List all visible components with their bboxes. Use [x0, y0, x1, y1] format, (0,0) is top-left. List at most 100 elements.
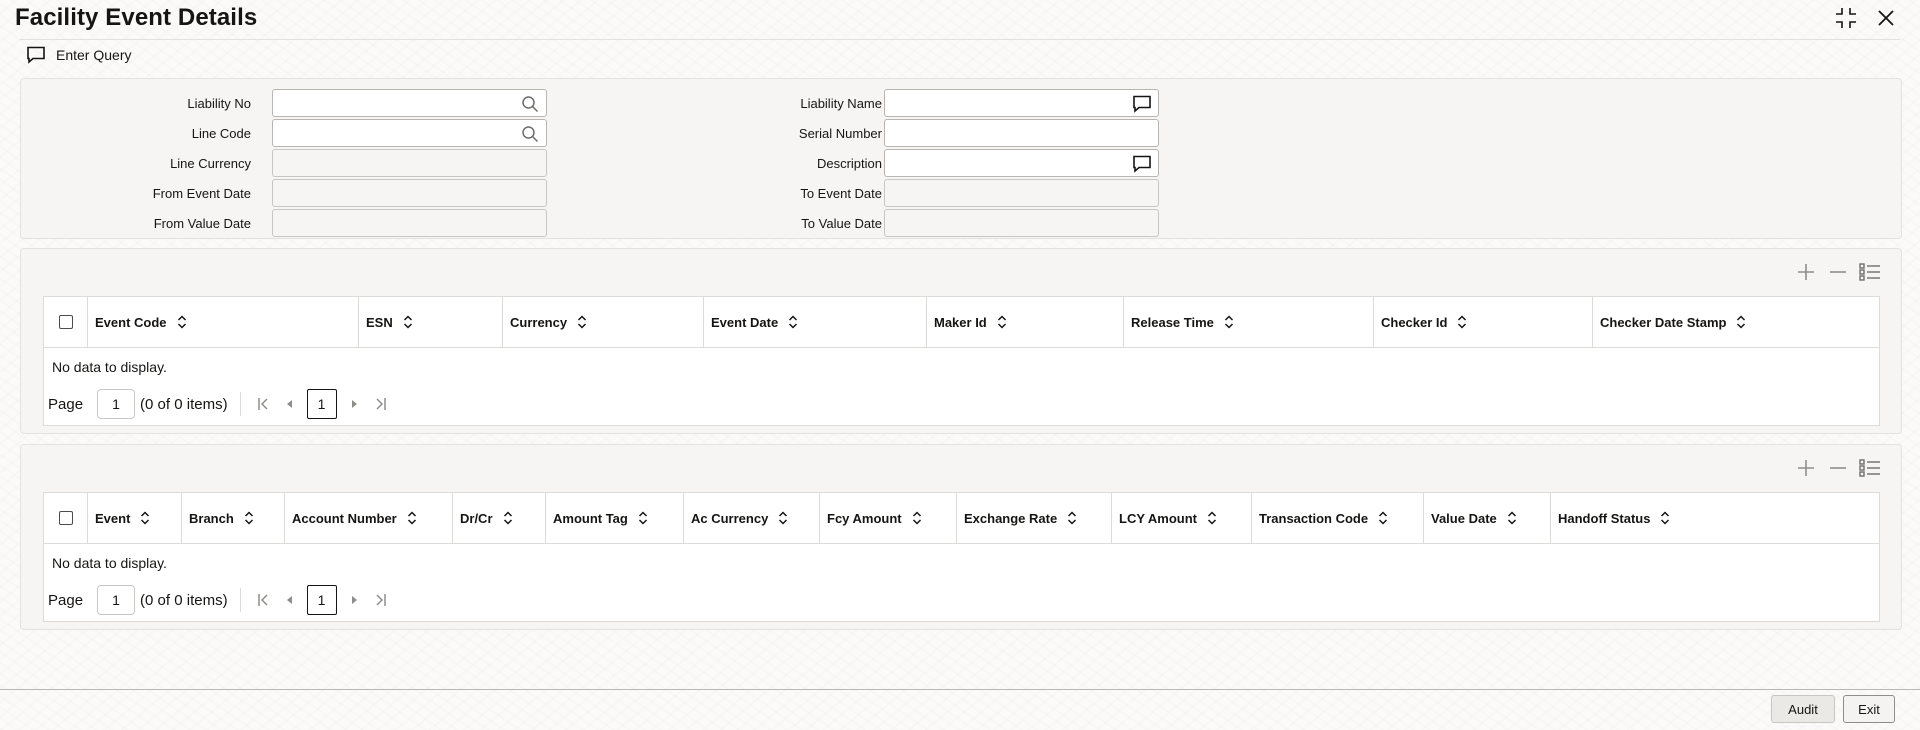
from-event-date-input[interactable]: [273, 180, 546, 206]
column-header[interactable]: Event: [87, 493, 181, 543]
from-event-date-field[interactable]: [272, 179, 547, 207]
sort-icon[interactable]: [1207, 511, 1217, 525]
liability-name-field[interactable]: [884, 89, 1159, 117]
column-header[interactable]: Branch: [181, 493, 284, 543]
line-code-input[interactable]: [273, 120, 546, 146]
exit-button[interactable]: Exit: [1843, 695, 1895, 723]
last-page-icon[interactable]: [367, 391, 393, 417]
column-header[interactable]: Value Date: [1423, 493, 1550, 543]
line-currency-field[interactable]: [272, 149, 547, 177]
first-page-icon[interactable]: [251, 391, 277, 417]
remove-icon[interactable]: [1827, 261, 1849, 283]
page-title: Facility Event Details: [15, 4, 258, 31]
add-icon[interactable]: [1795, 261, 1817, 283]
liability-name-label: Liability Name: [800, 96, 882, 111]
serial-number-field[interactable]: [884, 119, 1159, 147]
description-field[interactable]: [884, 149, 1159, 177]
sort-icon[interactable]: [407, 511, 417, 525]
audit-button[interactable]: Audit: [1771, 695, 1835, 723]
sort-icon[interactable]: [1224, 315, 1234, 329]
to-value-date-field[interactable]: [884, 209, 1159, 237]
column-header[interactable]: Fcy Amount: [819, 493, 956, 543]
remove-icon[interactable]: [1827, 457, 1849, 479]
sort-icon[interactable]: [638, 511, 648, 525]
select-all-checkbox[interactable]: [58, 315, 73, 329]
from-event-date-label: From Event Date: [152, 186, 251, 201]
column-header[interactable]: Transaction Code: [1251, 493, 1423, 543]
column-header[interactable]: LCY Amount: [1111, 493, 1251, 543]
comment-icon[interactable]: [1132, 94, 1152, 114]
description-input[interactable]: [885, 150, 1158, 176]
add-icon[interactable]: [1795, 457, 1817, 479]
from-value-date-input[interactable]: [273, 210, 546, 236]
column-header[interactable]: Ac Currency: [683, 493, 819, 543]
page-number-input[interactable]: 1: [97, 389, 136, 419]
column-list-icon[interactable]: [1859, 261, 1881, 283]
sort-icon[interactable]: [1736, 315, 1746, 329]
column-header[interactable]: Currency: [502, 297, 703, 347]
to-value-date-input[interactable]: [885, 210, 1158, 236]
next-page-icon[interactable]: [341, 587, 367, 613]
window-controls: [1834, 6, 1898, 30]
column-header[interactable]: Maker Id: [926, 297, 1123, 347]
empty-message: No data to display.: [52, 359, 167, 375]
page-number-input[interactable]: 1: [97, 585, 136, 615]
line-code-field[interactable]: [272, 119, 547, 147]
column-header[interactable]: Event Code: [87, 297, 358, 347]
liability-no-input[interactable]: [273, 90, 546, 116]
previous-page-icon[interactable]: [277, 587, 303, 613]
sort-icon[interactable]: [788, 315, 798, 329]
current-page-button[interactable]: 1: [306, 585, 337, 615]
enter-query-button[interactable]: Enter Query: [26, 46, 131, 64]
select-all-checkbox[interactable]: [58, 511, 73, 525]
sort-icon[interactable]: [1507, 511, 1517, 525]
next-page-icon[interactable]: [341, 391, 367, 417]
to-event-date-field[interactable]: [884, 179, 1159, 207]
serial-number-input[interactable]: [885, 120, 1158, 146]
sort-icon[interactable]: [1660, 511, 1670, 525]
column-header[interactable]: Checker Id: [1373, 297, 1592, 347]
events-pager: Page 1 (0 of 0 items) 1: [48, 389, 393, 419]
events-table: Event Code ESN Currency Event Date Maker…: [43, 296, 1880, 426]
column-list-icon[interactable]: [1859, 457, 1881, 479]
to-event-date-input[interactable]: [885, 180, 1158, 206]
column-header[interactable]: Checker Date Stamp: [1592, 297, 1879, 347]
sort-icon[interactable]: [997, 315, 1007, 329]
empty-message: No data to display.: [52, 555, 167, 571]
sort-icon[interactable]: [778, 511, 788, 525]
column-header[interactable]: Release Time: [1123, 297, 1373, 347]
last-page-icon[interactable]: [367, 587, 393, 613]
accounting-pager: Page 1 (0 of 0 items) 1: [48, 585, 393, 615]
to-value-date-label: To Value Date: [801, 216, 882, 231]
previous-page-icon[interactable]: [277, 391, 303, 417]
sort-icon[interactable]: [912, 511, 922, 525]
sort-icon[interactable]: [1378, 511, 1388, 525]
sort-icon[interactable]: [1067, 511, 1077, 525]
column-header[interactable]: Event Date: [703, 297, 926, 347]
collapse-icon[interactable]: [1834, 6, 1858, 30]
column-header[interactable]: Dr/Cr: [452, 493, 545, 543]
liability-no-field[interactable]: [272, 89, 547, 117]
from-value-date-field[interactable]: [272, 209, 547, 237]
line-currency-input[interactable]: [273, 150, 546, 176]
liability-name-input[interactable]: [885, 90, 1158, 116]
column-header[interactable]: ESN: [358, 297, 502, 347]
column-header[interactable]: Exchange Rate: [956, 493, 1111, 543]
sort-icon[interactable]: [140, 511, 150, 525]
search-icon[interactable]: [520, 124, 540, 144]
column-header[interactable]: Amount Tag: [545, 493, 683, 543]
sort-icon[interactable]: [177, 315, 187, 329]
sort-icon[interactable]: [1457, 315, 1467, 329]
comment-icon[interactable]: [1132, 154, 1152, 174]
sort-icon[interactable]: [403, 315, 413, 329]
from-value-date-label: From Value Date: [153, 216, 251, 231]
sort-icon[interactable]: [577, 315, 587, 329]
current-page-button[interactable]: 1: [306, 389, 337, 419]
sort-icon[interactable]: [503, 511, 513, 525]
sort-icon[interactable]: [244, 511, 254, 525]
first-page-icon[interactable]: [251, 587, 277, 613]
close-icon[interactable]: [1874, 6, 1898, 30]
column-header[interactable]: Account Number: [284, 493, 452, 543]
column-header[interactable]: Handoff Status: [1550, 493, 1879, 543]
search-icon[interactable]: [520, 94, 540, 114]
